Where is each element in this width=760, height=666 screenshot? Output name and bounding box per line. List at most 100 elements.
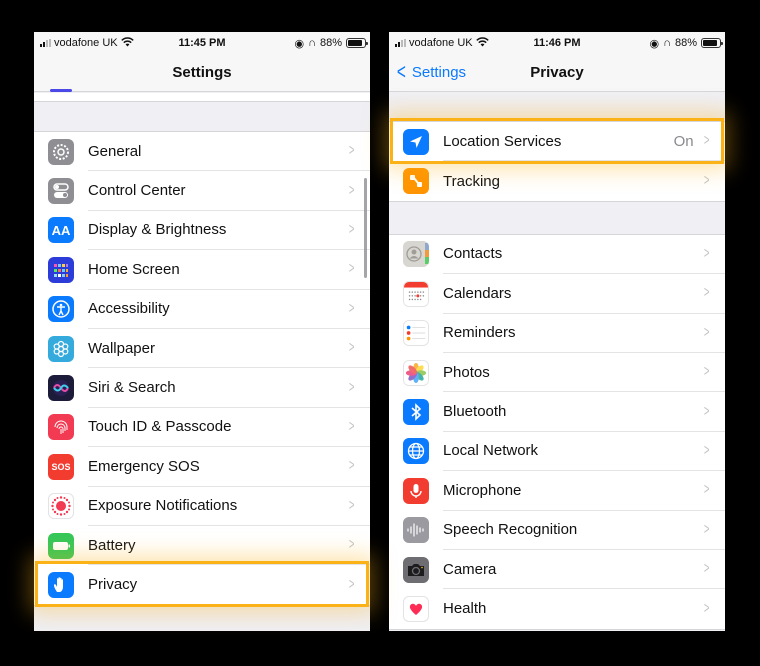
item-label: Tracking — [443, 172, 500, 190]
settings-screen: vodafone UK 11:45 PM ◉ ∩ 88% Settings Ge… — [34, 32, 370, 631]
chevron-right-icon: > — [703, 363, 710, 381]
item-label: Bluetooth — [443, 403, 507, 421]
row-content: Location Services On > — [443, 122, 725, 162]
orientation-lock-icon: ◉ — [294, 37, 305, 50]
item-label: Display & Brightness — [88, 221, 227, 239]
item-label: Wallpaper — [88, 339, 155, 357]
list-item-privacy[interactable]: Privacy > — [34, 565, 370, 605]
chevron-right-icon: > — [703, 132, 710, 150]
tracking-icon — [403, 168, 429, 195]
chevron-right-icon: > — [348, 536, 355, 554]
list-item-emergency-sos[interactable]: SOS Emergency SOS > — [34, 447, 370, 487]
row-content: Home Screen > — [88, 250, 370, 290]
chevron-right-icon: > — [348, 260, 355, 278]
list-item-bluetooth[interactable]: Bluetooth > — [389, 392, 725, 432]
headphones-icon: ∩ — [308, 37, 316, 49]
item-label: Calendars — [443, 284, 512, 302]
contacts-icon — [403, 241, 429, 268]
chevron-right-icon: > — [703, 172, 710, 190]
back-button[interactable]: < Settings — [395, 54, 466, 91]
toggles-icon — [48, 178, 74, 205]
row-content: Accessibility > — [88, 290, 370, 329]
chevron-right-icon: > — [348, 496, 355, 514]
list-item-location-services[interactable]: Location Services On > — [389, 122, 725, 162]
list-item-contacts[interactable]: Contacts > — [389, 234, 725, 275]
list-item-reminders[interactable]: Reminders > — [389, 313, 725, 353]
battery-fill — [703, 40, 718, 46]
scrollbar[interactable] — [364, 178, 367, 278]
list-item-microphone[interactable]: Microphone > — [389, 471, 725, 511]
list-item-accessibility[interactable]: Accessibility > — [34, 289, 370, 329]
chevron-right-icon: > — [348, 378, 355, 396]
list-item-camera[interactable]: Camera > — [389, 549, 725, 590]
settings-list[interactable]: General > Control Center > AA Display & Brigh… — [34, 89, 370, 631]
privacy-list[interactable]: Location Services On > Tracking > Contacts > C… — [389, 93, 725, 631]
signal-icon — [40, 39, 51, 47]
list-item-local-network[interactable]: Local Network > — [389, 431, 725, 472]
location-group: Location Services On > Tracking > — [389, 121, 725, 202]
list-item-battery[interactable]: Battery > — [34, 525, 370, 566]
text-size-icon: AA — [48, 217, 74, 244]
list-item-general[interactable]: General > — [34, 132, 370, 172]
chevron-right-icon: > — [348, 575, 355, 593]
row-content: Exposure Notifications > — [88, 487, 370, 526]
fingerprint-icon — [48, 414, 74, 441]
row-content: Photos > — [443, 353, 725, 393]
bluetooth-icon — [403, 399, 429, 426]
list-item-wallpaper[interactable]: Wallpaper > — [34, 328, 370, 369]
list-item-health[interactable]: Health > — [389, 589, 725, 629]
item-label: Exposure Notifications — [88, 497, 238, 515]
item-label: Camera — [443, 560, 497, 578]
chevron-right-icon: > — [348, 457, 355, 475]
list-item-control-center[interactable]: Control Center > — [34, 171, 370, 211]
list-item-siri-and-search[interactable]: Siri & Search > — [34, 368, 370, 408]
wifi-icon — [475, 36, 489, 50]
hand-icon — [48, 571, 74, 598]
chevron-right-icon: > — [703, 284, 710, 302]
flower-icon — [48, 335, 74, 362]
row-content: Speech Recognition > — [443, 511, 725, 550]
list-item-display-and-brightness[interactable]: AA Display & Brightness > — [34, 210, 370, 251]
row-content: General > — [88, 132, 370, 172]
item-label: Contacts — [443, 245, 503, 263]
list-item-exposure-notifications[interactable]: Exposure Notifications > — [34, 486, 370, 526]
list-item-home-screen[interactable]: Home Screen > — [34, 250, 370, 290]
item-label: Control Center — [88, 182, 186, 200]
nav-bar: < Settings Privacy — [389, 54, 725, 92]
previous-group-edge — [34, 89, 370, 101]
status-bar: vodafone UK 11:46 PM ◉ ∩ 88% — [389, 32, 725, 54]
item-label: Touch ID & Passcode — [88, 418, 232, 436]
list-item-speech-recognition[interactable]: Speech Recognition > — [389, 510, 725, 550]
item-label: Privacy — [88, 576, 138, 594]
camera-icon — [403, 556, 429, 583]
list-item-touch-id-and-passcode[interactable]: Touch ID & Passcode > — [34, 407, 370, 448]
row-content: Microphone > — [443, 471, 725, 511]
chevron-right-icon: > — [703, 560, 710, 578]
chevron-right-icon: > — [703, 520, 710, 538]
gear-icon — [48, 138, 74, 165]
list-item-photos[interactable]: Photos > — [389, 352, 725, 393]
globe-icon — [403, 438, 429, 465]
list-item-calendars[interactable]: Calendars > — [389, 274, 725, 314]
page-title: Privacy — [530, 64, 584, 81]
wifi-icon — [120, 36, 134, 50]
chevron-left-icon: < — [396, 58, 406, 84]
row-content: Reminders > — [443, 314, 725, 353]
battery-percent: 88% — [674, 37, 697, 49]
item-label: Battery — [88, 536, 136, 554]
chevron-right-icon: > — [703, 402, 710, 420]
item-label: Siri & Search — [88, 379, 176, 397]
row-content: Tracking > — [443, 161, 725, 200]
row-content: Siri & Search > — [88, 368, 370, 408]
row-content: Touch ID & Passcode > — [88, 408, 370, 448]
item-label: Accessibility — [88, 300, 170, 318]
location-arrow-icon — [403, 128, 429, 155]
list-item-tracking[interactable]: Tracking > — [389, 161, 725, 201]
partial-icon — [50, 89, 72, 92]
battery-icon — [346, 38, 368, 48]
item-label: General — [88, 142, 142, 160]
headphones-icon: ∩ — [663, 37, 671, 49]
signal-icon — [395, 39, 406, 47]
row-content: Health > — [443, 589, 725, 628]
item-label: Reminders — [443, 324, 516, 342]
